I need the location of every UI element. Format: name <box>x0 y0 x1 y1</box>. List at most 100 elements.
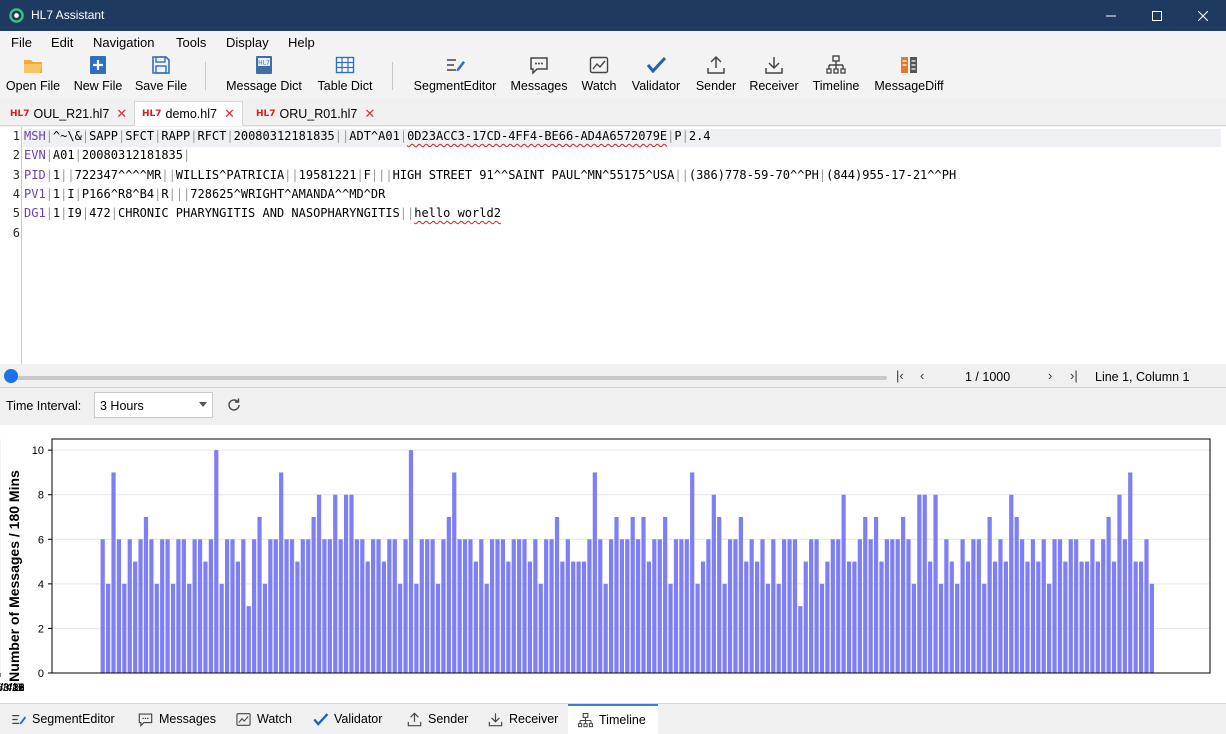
y-tick-label: 2 <box>38 623 44 635</box>
dictionary-book-icon: HL7 <box>256 56 272 74</box>
watch-button[interactable]: Watch <box>577 54 621 98</box>
maximize-button[interactable] <box>1134 0 1180 31</box>
chat-bubble-icon <box>138 713 153 727</box>
timeline-bar <box>814 539 819 673</box>
time-interval-select[interactable]: 3 Hours <box>94 392 213 418</box>
refresh-icon[interactable] <box>226 397 242 413</box>
tab-oul-r21[interactable]: HL7 OUL_R21.hl7 ✕ <box>3 101 134 126</box>
previous-page-icon[interactable]: ‹ <box>920 368 924 383</box>
menu-edit[interactable]: Edit <box>51 35 73 50</box>
message-diff-label: MessageDiff <box>874 79 944 93</box>
bottom-tab-timeline[interactable]: Timeline <box>568 704 658 734</box>
receiver-button[interactable]: Receiver <box>747 54 801 98</box>
timeline-bar <box>392 539 397 673</box>
y-tick-label: 0 <box>38 668 44 680</box>
timeline-bar <box>462 539 468 673</box>
next-page-icon[interactable]: › <box>1048 368 1052 383</box>
x-tick-label: 2008/4/3 <box>0 682 21 694</box>
timeline-bar <box>706 539 711 673</box>
timeline-bar <box>408 450 414 673</box>
timeline-bar <box>857 539 862 673</box>
timeline-bar <box>749 539 754 673</box>
tab-oru-r01[interactable]: HL7 ORU_R01.hl7 ✕ <box>249 101 382 126</box>
menu-display[interactable]: Display <box>226 35 269 50</box>
save-icon <box>152 56 170 74</box>
timeline-bar <box>1074 539 1079 673</box>
code-line: EVN|A01|20080312181835| <box>24 148 191 163</box>
timeline-bar <box>306 539 311 673</box>
timeline-bar <box>381 561 387 673</box>
messages-button[interactable]: Messages <box>508 54 570 98</box>
timeline-bar <box>1041 539 1046 673</box>
bottom-tab-validator[interactable]: Validator <box>312 704 382 734</box>
bottom-tab-sender[interactable]: Sender <box>406 704 468 734</box>
menu-file[interactable]: File <box>11 35 32 50</box>
open-file-button[interactable]: Open File <box>4 54 62 98</box>
timeline-bar <box>300 539 305 673</box>
menu-navigation[interactable]: Navigation <box>93 35 154 50</box>
bottom-tab-segmenteditor[interactable]: SegmentEditor <box>10 704 115 734</box>
line-chart-icon <box>236 712 251 726</box>
message-dict-button[interactable]: HL7 Message Dict <box>222 54 306 98</box>
timeline-bar <box>311 517 316 673</box>
bottom-tab-messages[interactable]: Messages <box>137 704 216 734</box>
segment-editor-button[interactable]: SegmentEditor <box>410 54 500 98</box>
timeline-bar <box>890 539 895 673</box>
timeline-bar <box>241 539 246 673</box>
message-diff-button[interactable]: MessageDiff <box>871 54 947 98</box>
timeline-bar <box>744 561 749 673</box>
timeline-bar <box>787 539 792 673</box>
tab-demo[interactable]: HL7 demo.hl7 ✕ <box>134 101 243 126</box>
document-tabs: HL7 OUL_R21.hl7 ✕ HL7 demo.hl7 ✕ HL7 ORU… <box>0 99 1226 126</box>
timeline-label: Timeline <box>812 79 860 93</box>
timeline-bar <box>987 517 992 673</box>
timeline-bar <box>636 539 641 673</box>
timeline-bar <box>446 517 451 673</box>
new-file-button[interactable]: New File <box>71 54 125 98</box>
menu-help[interactable]: Help <box>288 35 315 50</box>
tree-icon <box>578 712 593 727</box>
timeline-bar <box>809 539 814 673</box>
timeline-bar <box>668 583 673 673</box>
timeline-bar <box>187 583 192 673</box>
bottom-tab-receiver[interactable]: Receiver <box>487 704 558 734</box>
code-line: MSH|^~\&|SAPP|SFCT|RAPP|RFCT|20080312181… <box>24 129 711 143</box>
toolbar-separator <box>205 62 206 90</box>
line-number: 5 <box>12 206 20 221</box>
messages-label: Messages <box>510 79 568 93</box>
bottom-tab-label: Validator <box>334 712 383 726</box>
table-dict-button[interactable]: Table Dict <box>313 54 377 98</box>
last-page-icon[interactable]: ›| <box>1070 368 1078 383</box>
download-icon <box>488 712 503 726</box>
close-tab-icon[interactable]: ✕ <box>364 106 375 122</box>
message-slider[interactable] <box>11 376 887 380</box>
close-button[interactable] <box>1180 0 1226 31</box>
bottom-tab-watch[interactable]: Watch <box>235 704 292 734</box>
sender-button[interactable]: Sender <box>693 54 739 98</box>
message-slider-thumb[interactable] <box>4 369 18 383</box>
y-axis-label: Number of Messages / 180 Mins <box>6 470 22 682</box>
hl7-editor[interactable]: 1 2 3 4 5 6 MSH|^~\&|SAPP|SFCT|RAPP|RFCT|2008… <box>0 127 1226 364</box>
timeline-bar <box>414 583 419 673</box>
timeline-bar <box>176 539 181 673</box>
timeline-bar <box>901 517 906 673</box>
timeline-bar <box>100 539 105 673</box>
hl7-file-icon: HL7 <box>256 108 276 119</box>
timeline-bar <box>938 583 944 673</box>
line-number: 1 <box>12 129 20 143</box>
save-file-button[interactable]: Save File <box>134 54 188 98</box>
timeline-bar <box>630 517 635 673</box>
timeline-bar <box>960 539 965 673</box>
close-tab-icon[interactable]: ✕ <box>224 106 235 122</box>
validator-button[interactable]: Validator <box>628 54 684 98</box>
timeline-bar <box>982 583 987 673</box>
timeline-bar <box>122 583 127 673</box>
menu-tools[interactable]: Tools <box>176 35 206 50</box>
timeline-button[interactable]: Timeline <box>808 54 864 98</box>
first-page-icon[interactable]: |‹ <box>896 368 904 383</box>
close-tab-icon[interactable]: ✕ <box>116 106 127 122</box>
line-number: 2 <box>12 148 20 163</box>
timeline-bar <box>279 472 284 673</box>
tab-label: OUL_R21.hl7 <box>33 106 110 121</box>
minimize-button[interactable] <box>1088 0 1134 31</box>
